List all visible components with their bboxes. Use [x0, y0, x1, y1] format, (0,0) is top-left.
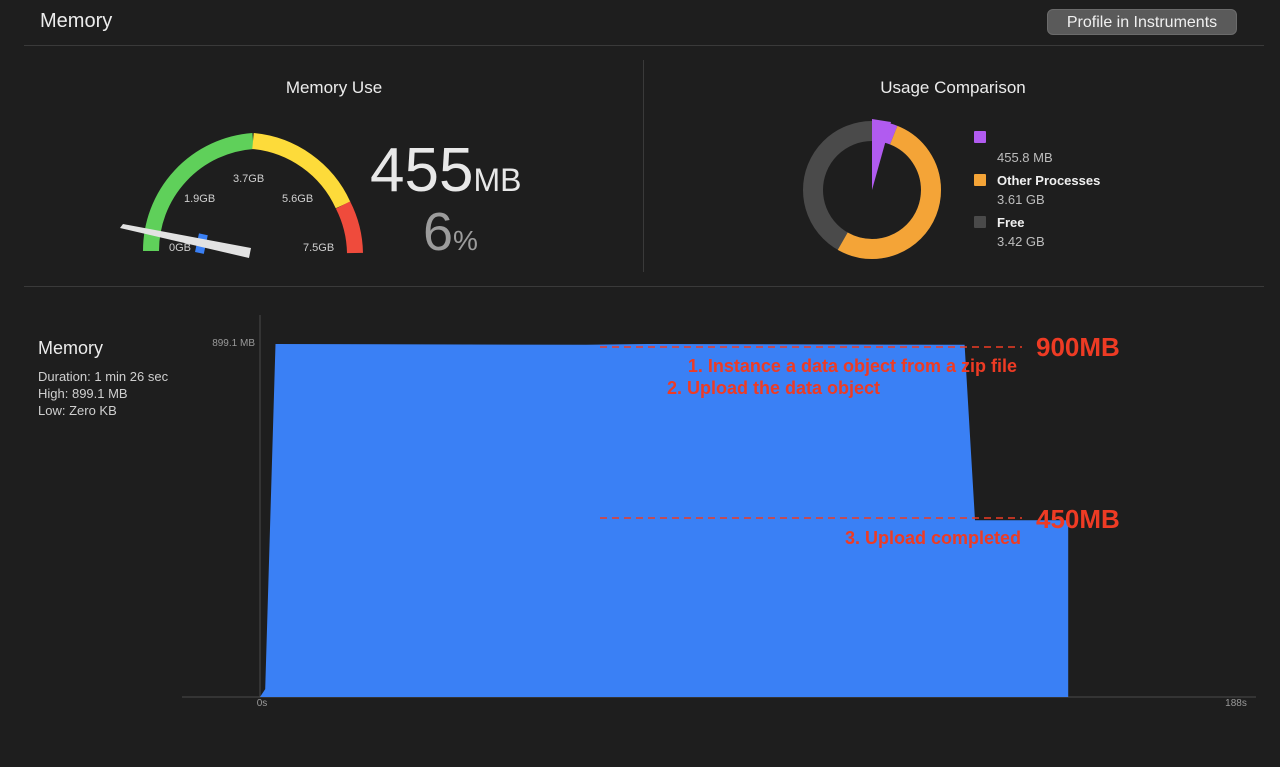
memory-value-unit: MB	[473, 162, 522, 198]
annotation-step-3: 3. Upload completed	[845, 528, 1021, 548]
usage-donut-chart	[803, 119, 941, 259]
memory-gauge: 0GB 1.9GB 3.7GB 5.6GB 7.5GB	[120, 133, 363, 258]
x-end-tick-label: 188s	[1225, 698, 1247, 709]
gauge-red-arc	[335, 201, 363, 254]
legend-free-label: Free	[997, 215, 1025, 230]
annotation-900mb-value: 900MB	[1036, 332, 1120, 362]
memory-area-series	[260, 344, 1069, 697]
memory-percent: 6%	[423, 205, 478, 259]
legend-app-value: 455.8 MB	[997, 150, 1053, 165]
legend-free-swatch	[974, 216, 986, 228]
annotation-step-2: 2. Upload the data object	[667, 378, 880, 398]
page-title: Memory	[40, 10, 113, 32]
memory-percent-number: 6	[423, 202, 454, 262]
annotation-step-1: 1. Instance a data object from a zip fil…	[688, 356, 1017, 376]
section-divider	[24, 286, 1264, 287]
donut-app-wedge	[872, 119, 891, 190]
usage-comparison-title: Usage Comparison	[880, 78, 1026, 97]
profile-in-instruments-button[interactable]: Profile in Instruments	[1047, 9, 1237, 35]
memory-value: 455MB	[370, 140, 521, 202]
memory-percent-unit: %	[453, 225, 478, 256]
memory-timeline-chart: 899.1 MB 0s 188s 900MB 1. Instance a dat…	[182, 315, 1256, 709]
memory-value-number: 455	[370, 136, 474, 205]
legend-app-swatch	[974, 131, 986, 143]
gauge-tick-4: 7.5GB	[303, 242, 334, 254]
legend-free-value: 3.42 GB	[997, 234, 1045, 249]
legend-other-value: 3.61 GB	[997, 192, 1045, 207]
gauge-tick-1: 1.9GB	[184, 193, 215, 205]
gauge-tick-2: 3.7GB	[233, 173, 264, 185]
y-max-tick-label: 899.1 MB	[212, 338, 255, 349]
memory-use-title: Memory Use	[285, 78, 383, 97]
annotation-450mb-value: 450MB	[1036, 504, 1120, 534]
gauge-tick-3: 5.6GB	[282, 193, 313, 205]
legend-other-label: Other Processes	[997, 173, 1101, 188]
legend-other-swatch	[974, 174, 986, 186]
x-start-tick-label: 0s	[257, 698, 268, 709]
gauge-tick-0: 0GB	[169, 242, 191, 254]
panel-divider	[643, 60, 644, 272]
header-divider	[24, 45, 1264, 46]
